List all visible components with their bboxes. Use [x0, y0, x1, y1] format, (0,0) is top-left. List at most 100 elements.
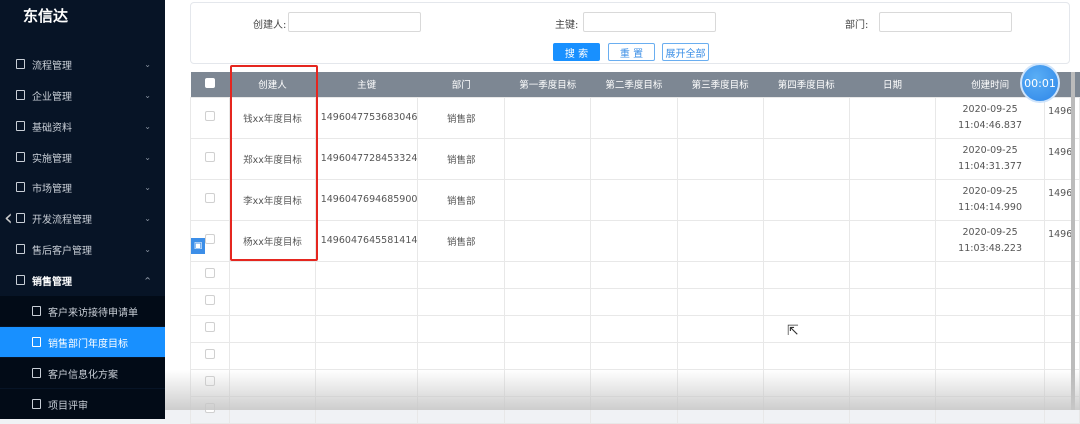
search-panel: 创建人: 主键: 部门: 搜 索 重 置 展开全部: [190, 2, 1070, 64]
cell-key: 1496047694685900: [314, 178, 419, 221]
search-button[interactable]: 搜 索: [553, 43, 600, 61]
file-icon: [16, 244, 25, 254]
row-checkbox[interactable]: [205, 322, 216, 332]
cell-dept: 销售部: [417, 178, 506, 221]
file-icon: [16, 213, 25, 223]
sidebar-item-label: 项目评审: [48, 400, 88, 412]
table-row[interactable]: 钱xx年度目标 1496047753683046 销售部 2020-09-25 1…: [189, 96, 1080, 139]
vertical-scrollbar[interactable]: [1071, 72, 1075, 410]
sidebar-item-label: 客户来访接待申请单: [48, 307, 138, 319]
sidebar-item[interactable]: 开发流程管理 ⌄: [0, 203, 165, 233]
created-time: 11:04:31.377: [958, 160, 1022, 172]
file-icon: [32, 399, 41, 409]
empty-row: [189, 341, 1080, 370]
save-icon[interactable]: ▣: [191, 238, 205, 254]
file-icon: [32, 368, 41, 378]
sidebar-item[interactable]: 企业管理 ⌄: [0, 80, 165, 110]
cell-created-time: 2020-09-25 11:03:48.223: [935, 219, 1046, 262]
sidebar-item-sales[interactable]: 销售管理 ^: [0, 265, 165, 295]
cell-dept: 销售部: [417, 137, 506, 180]
creator-label: 创建人:: [253, 20, 287, 31]
sidebar-item[interactable]: 基础资料 ⌄: [0, 111, 165, 141]
file-icon: [32, 306, 41, 316]
empty-row: [189, 314, 1080, 343]
sidebar: 东信达 流程管理 ⌄ 企业管理 ⌄ 基础资料 ⌄ 实施管理 ⌄ 市场管理 ⌄ 开发流程管理…: [0, 0, 165, 419]
empty-row: [189, 260, 1080, 289]
table-row[interactable]: 杨xx年度目标 1496047645581414 销售部 2020-09-25 1…: [189, 219, 1080, 262]
file-icon: [16, 121, 25, 131]
cell-key: 1496047753683046: [314, 96, 419, 139]
sidebar-item-label: 企业管理: [32, 91, 72, 103]
sidebar-item-label: 售后客户管理: [32, 245, 92, 257]
created-date: 2020-09-25: [962, 103, 1018, 115]
cell-key: 1496047645581414: [314, 219, 419, 262]
highlight-box: [230, 65, 318, 261]
column-header[interactable]: 第一季度目标: [504, 72, 591, 97]
created-date: 2020-09-25: [962, 185, 1018, 197]
sidebar-item[interactable]: 流程管理 ⌄: [0, 49, 165, 79]
empty-row: [189, 287, 1080, 316]
column-header[interactable]: 第三季度目标: [677, 72, 764, 97]
row-checkbox[interactable]: [205, 349, 216, 359]
sidebar-item-label: 销售部门年度目标: [48, 338, 128, 350]
table-header: 创建人 主键 部门 第一季度目标 第二季度目标 第三季度目标 第四季度目标 日期…: [190, 72, 1080, 97]
table-row[interactable]: 李xx年度目标 1496047694685900 销售部 2020-09-25 1…: [189, 178, 1080, 221]
sidebar-item[interactable]: 市场管理 ⌄: [0, 172, 165, 202]
creator-input[interactable]: [288, 12, 421, 32]
sidebar-subitem[interactable]: 客户信息化方案: [0, 358, 165, 388]
sidebar-item-label: 开发流程管理: [32, 214, 92, 226]
chevron-down-icon: ⌄: [144, 90, 151, 100]
chevron-left-icon[interactable]: ‹: [4, 206, 13, 231]
file-icon: [16, 275, 25, 285]
cell-dept: 销售部: [417, 219, 506, 262]
created-time: 11:04:46.837: [958, 119, 1022, 131]
sidebar-subitem-active[interactable]: 销售部门年度目标: [0, 327, 165, 357]
table-row[interactable]: 郑xx年度目标 1496047728453324 销售部 2020-09-25 1…: [189, 137, 1080, 180]
cell-dept: 销售部: [417, 96, 506, 139]
cell-created-time: 2020-09-25 11:04:31.377: [935, 137, 1046, 180]
sidebar-item-label: 市场管理: [32, 183, 72, 195]
select-all-checkbox[interactable]: [205, 77, 216, 88]
sidebar-subitem[interactable]: 客户来访接待申请单: [0, 296, 165, 326]
cell-created-time: 2020-09-25 11:04:14.990: [935, 178, 1046, 221]
chevron-down-icon: ⌄: [144, 182, 151, 192]
mouse-cursor-icon: ⇱: [787, 323, 799, 339]
sidebar-subitem[interactable]: 项目评审: [0, 389, 165, 419]
sidebar-item-label: 流程管理: [32, 60, 72, 72]
key-label: 主键:: [555, 20, 579, 31]
expand-all-button[interactable]: 展开全部: [662, 43, 709, 61]
row-checkbox[interactable]: [205, 268, 216, 278]
row-checkbox[interactable]: [205, 193, 216, 203]
chevron-down-icon: ⌄: [144, 121, 151, 131]
chevron-down-icon: ⌄: [144, 244, 151, 254]
column-header[interactable]: 第四季度目标: [763, 72, 850, 97]
column-header[interactable]: 主键: [315, 72, 418, 97]
chevron-up-icon: ^: [144, 275, 151, 285]
created-time: 11:03:48.223: [958, 242, 1022, 254]
column-header[interactable]: 第二季度目标: [590, 72, 677, 97]
sidebar-item-label: 基础资料: [32, 122, 72, 134]
sidebar-item-label: 实施管理: [32, 153, 72, 165]
sidebar-item[interactable]: 实施管理 ⌄: [0, 142, 165, 172]
cell-key: 1496047728453324: [314, 137, 419, 180]
created-date: 2020-09-25: [962, 226, 1018, 238]
key-input[interactable]: [583, 12, 716, 32]
reset-button[interactable]: 重 置: [608, 43, 655, 61]
row-checkbox[interactable]: [205, 111, 216, 121]
dept-input[interactable]: [879, 12, 1012, 32]
file-icon: [16, 182, 25, 192]
chevron-down-icon: ⌄: [144, 59, 151, 69]
sidebar-item[interactable]: 售后客户管理 ⌄: [0, 234, 165, 264]
file-icon: [16, 152, 25, 162]
cell-created-time: 2020-09-25 11:04:46.837: [935, 96, 1046, 139]
row-checkbox[interactable]: [205, 295, 216, 305]
created-date: 2020-09-25: [962, 144, 1018, 156]
column-header[interactable]: 日期: [849, 72, 936, 97]
sidebar-item-label: 客户信息化方案: [48, 369, 118, 381]
column-header[interactable]: 部门: [417, 72, 505, 97]
row-checkbox[interactable]: [205, 152, 216, 162]
chevron-down-icon: ⌄: [144, 152, 151, 162]
row-checkbox[interactable]: [205, 234, 216, 244]
file-icon: [16, 59, 25, 69]
chevron-down-icon: ⌄: [144, 213, 151, 223]
